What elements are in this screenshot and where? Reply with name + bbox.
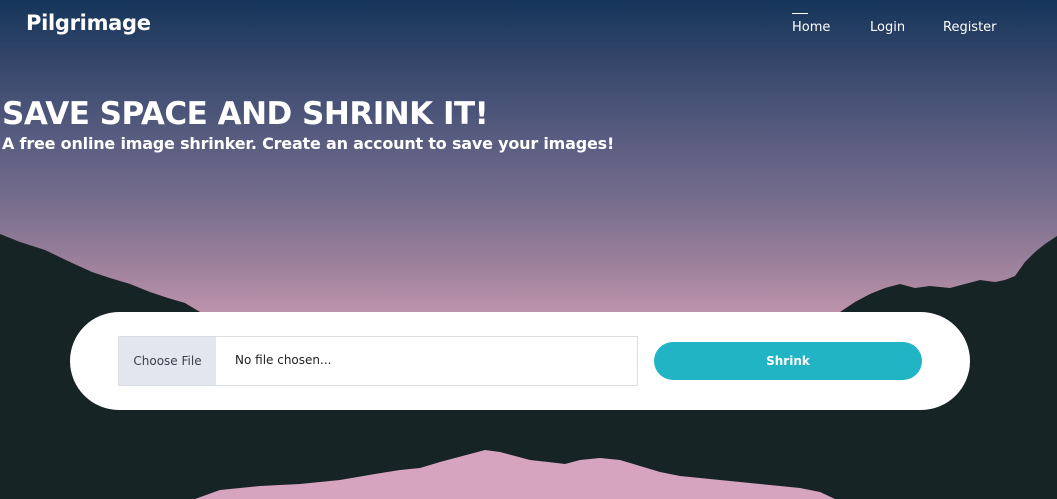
file-input[interactable]: Choose File No file chosen... [118, 336, 638, 386]
nav-link-home[interactable]: Home [792, 20, 830, 35]
shrink-button[interactable]: Shrink [654, 342, 922, 380]
hero-title: SAVE SPACE AND SHRINK IT! [2, 96, 489, 132]
upload-form: Choose File No file chosen... Shrink [70, 312, 970, 410]
nav-link-login[interactable]: Login [870, 20, 905, 35]
file-status-text: No file chosen... [235, 353, 332, 367]
navbar: Pilgrimage Home Login Register [0, 0, 1057, 56]
active-nav-indicator [792, 13, 808, 14]
nav-link-register[interactable]: Register [943, 20, 997, 35]
mountain-landscape-background [0, 234, 1057, 499]
choose-file-button[interactable]: Choose File [119, 337, 216, 385]
brand-logo[interactable]: Pilgrimage [26, 11, 151, 35]
hero-subtitle: A free online image shrinker. Create an … [2, 134, 615, 153]
